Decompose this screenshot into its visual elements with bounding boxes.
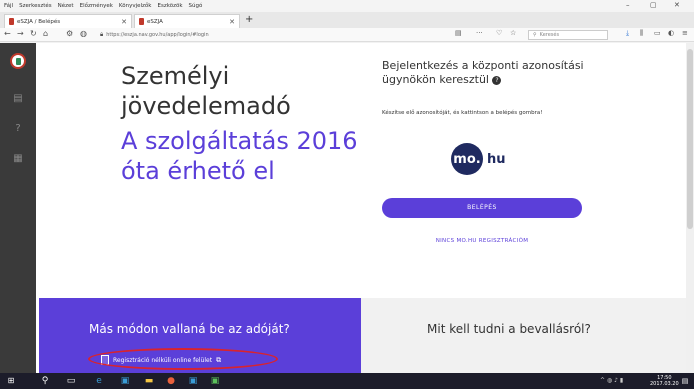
mohu-logo-text: hu — [487, 151, 506, 167]
file-explorer-icon[interactable]: ▬ — [144, 376, 154, 386]
close-tab-icon[interactable]: ✕ — [121, 18, 127, 26]
login-title: Bejelentkezés a központi azonosítási ügy… — [382, 59, 632, 87]
other-way-title: Más módon vallaná be az adóját? — [89, 322, 290, 336]
gear-icon[interactable]: ⚙ — [66, 29, 73, 38]
menu-item-file[interactable]: Fájl — [4, 3, 13, 9]
back-icon[interactable]: ← — [4, 29, 11, 38]
shield-icon: ◍ — [80, 29, 87, 38]
tab-strip: eSZJA / Belépés ✕ eSZJA ✕ + — [0, 12, 694, 28]
menu-item-help[interactable]: Súgó — [189, 3, 203, 9]
menu-item-history[interactable]: Előzmények — [80, 3, 113, 9]
lock-icon: 🔒︎ — [100, 31, 104, 38]
hero-title-line-3: A szolgáltatás 2016 — [121, 127, 358, 155]
home-icon[interactable]: ⌂ — [43, 29, 48, 38]
tab-eszja[interactable]: eSZJA ✕ — [134, 14, 240, 28]
menu-bar: Fájl Szerkesztés Nézet Előzmények Könyvj… — [0, 0, 694, 12]
bookmark-star-icon[interactable]: ☆ — [510, 29, 516, 37]
app-icon-2[interactable]: ▣ — [210, 376, 220, 386]
hero-title-line-4: óta érhető el — [121, 157, 275, 185]
highlight-ellipse — [88, 348, 278, 370]
tab-label: eSZJA / Belépés — [17, 18, 61, 25]
clock-date: 2017.03.20 — [650, 381, 679, 387]
system-tray[interactable]: ^ ◍ ♪ ▮ — [600, 377, 623, 384]
info-icon[interactable]: ? — [492, 75, 502, 85]
hero-title-line-2: jövedelemadó — [121, 92, 291, 120]
login-button[interactable]: BELÉPÉS — [382, 198, 582, 218]
pocket-icon[interactable]: ♡ — [496, 29, 502, 37]
info-panel: Mit kell tudni a bevallásról? — [361, 298, 686, 373]
screen: Fájl Szerkesztés Nézet Előzmények Könyvj… — [0, 0, 694, 389]
page-actions-icon[interactable]: ··· — [476, 29, 483, 37]
search-input[interactable]: ⚲ Keresés — [528, 30, 608, 40]
tab-label: eSZJA — [147, 18, 163, 25]
page-scrollbar[interactable] — [686, 43, 694, 373]
menu-item-edit[interactable]: Szerkesztés — [19, 3, 52, 9]
menu-icon[interactable]: ≡ — [682, 29, 688, 37]
menu-item-view[interactable]: Nézet — [58, 3, 74, 9]
extension-icon[interactable]: ◐ — [668, 29, 674, 37]
maximize-icon[interactable]: ▢ — [650, 1, 657, 9]
task-view-icon[interactable]: ▭ — [66, 376, 76, 386]
clock[interactable]: 17:50 2017.03.20 — [650, 375, 679, 387]
site-favicon-icon — [9, 18, 14, 25]
search-placeholder: Keresés — [539, 32, 560, 38]
login-title-text: Bejelentkezés a központi azonosítási ügy… — [382, 59, 584, 86]
reload-icon[interactable]: ↻ — [30, 29, 37, 38]
no-registration-link[interactable]: NINCS MO.HU REGISZTRÁCIÓM — [382, 238, 582, 244]
login-description: Készítse elő azonosítóját, és kattintson… — [382, 110, 543, 116]
new-tab-icon[interactable]: + — [245, 14, 253, 25]
scroll-thumb[interactable] — [687, 49, 693, 229]
other-way-panel: Más módon vallaná be az adóját? Regisztr… — [39, 298, 361, 373]
help-icon[interactable]: ? — [13, 123, 23, 135]
close-window-icon[interactable]: ✕ — [674, 1, 680, 9]
search-icon[interactable]: ⚲ — [40, 376, 50, 386]
mohu-logo-circle: mo. — [451, 143, 483, 175]
tab-eszja-login[interactable]: eSZJA / Belépés ✕ — [4, 14, 132, 28]
edge-icon[interactable]: e — [94, 376, 104, 386]
url-bar[interactable]: 🔒︎ https://eszja.nav.gov.hu/app/login/#l… — [100, 30, 480, 40]
library-icon[interactable]: ⫼ — [640, 29, 643, 38]
windows-start-icon[interactable]: ⊞ — [6, 376, 16, 386]
firefox-icon[interactable]: ● — [166, 376, 176, 386]
url-text: https://eszja.nav.gov.hu/app/login/#logi… — [106, 32, 209, 38]
minimize-icon[interactable]: – — [626, 1, 630, 9]
sidebar-icon[interactable]: ▭ — [654, 29, 661, 37]
info-panel-title[interactable]: Mit kell tudni a bevallásról? — [427, 322, 591, 336]
mohu-logo: mo. hu — [451, 143, 506, 175]
close-tab-icon[interactable]: ✕ — [229, 18, 235, 26]
download-icon[interactable]: ⤓ — [626, 29, 629, 38]
app-icon[interactable]: ▣ — [188, 376, 198, 386]
site-favicon-icon — [139, 18, 144, 25]
store-icon[interactable]: ▣ — [120, 376, 130, 386]
notifications-icon[interactable]: ▤ — [680, 376, 690, 386]
menu-item-tools[interactable]: Eszközök — [157, 3, 182, 9]
menu-item-bookmarks[interactable]: Könyvjelzők — [119, 3, 152, 9]
browser-toolbar: ← → ↻ ⌂ ⚙ ◍ 🔒︎ https://eszja.nav.gov.hu/… — [0, 28, 694, 42]
os-taskbar: ⊞ ⚲ ▭ e ▣ ▬ ● ▣ ▣ ^ ◍ ♪ ▮ 17:50 2017.03.… — [0, 373, 694, 389]
forward-icon[interactable]: → — [17, 29, 24, 38]
reader-view-icon[interactable]: ▤ — [455, 29, 462, 37]
hero-title-line-1: Személyi — [121, 62, 230, 90]
app-sidebar: ▤ ? ▦ — [0, 43, 36, 373]
nav-logo-icon[interactable] — [10, 53, 26, 69]
main-content: Személyi jövedelemadó A szolgáltatás 201… — [36, 43, 686, 373]
document-list-icon[interactable]: ▤ — [13, 93, 23, 105]
calculator-icon[interactable]: ▦ — [13, 153, 23, 165]
search-icon: ⚲ — [533, 32, 537, 38]
